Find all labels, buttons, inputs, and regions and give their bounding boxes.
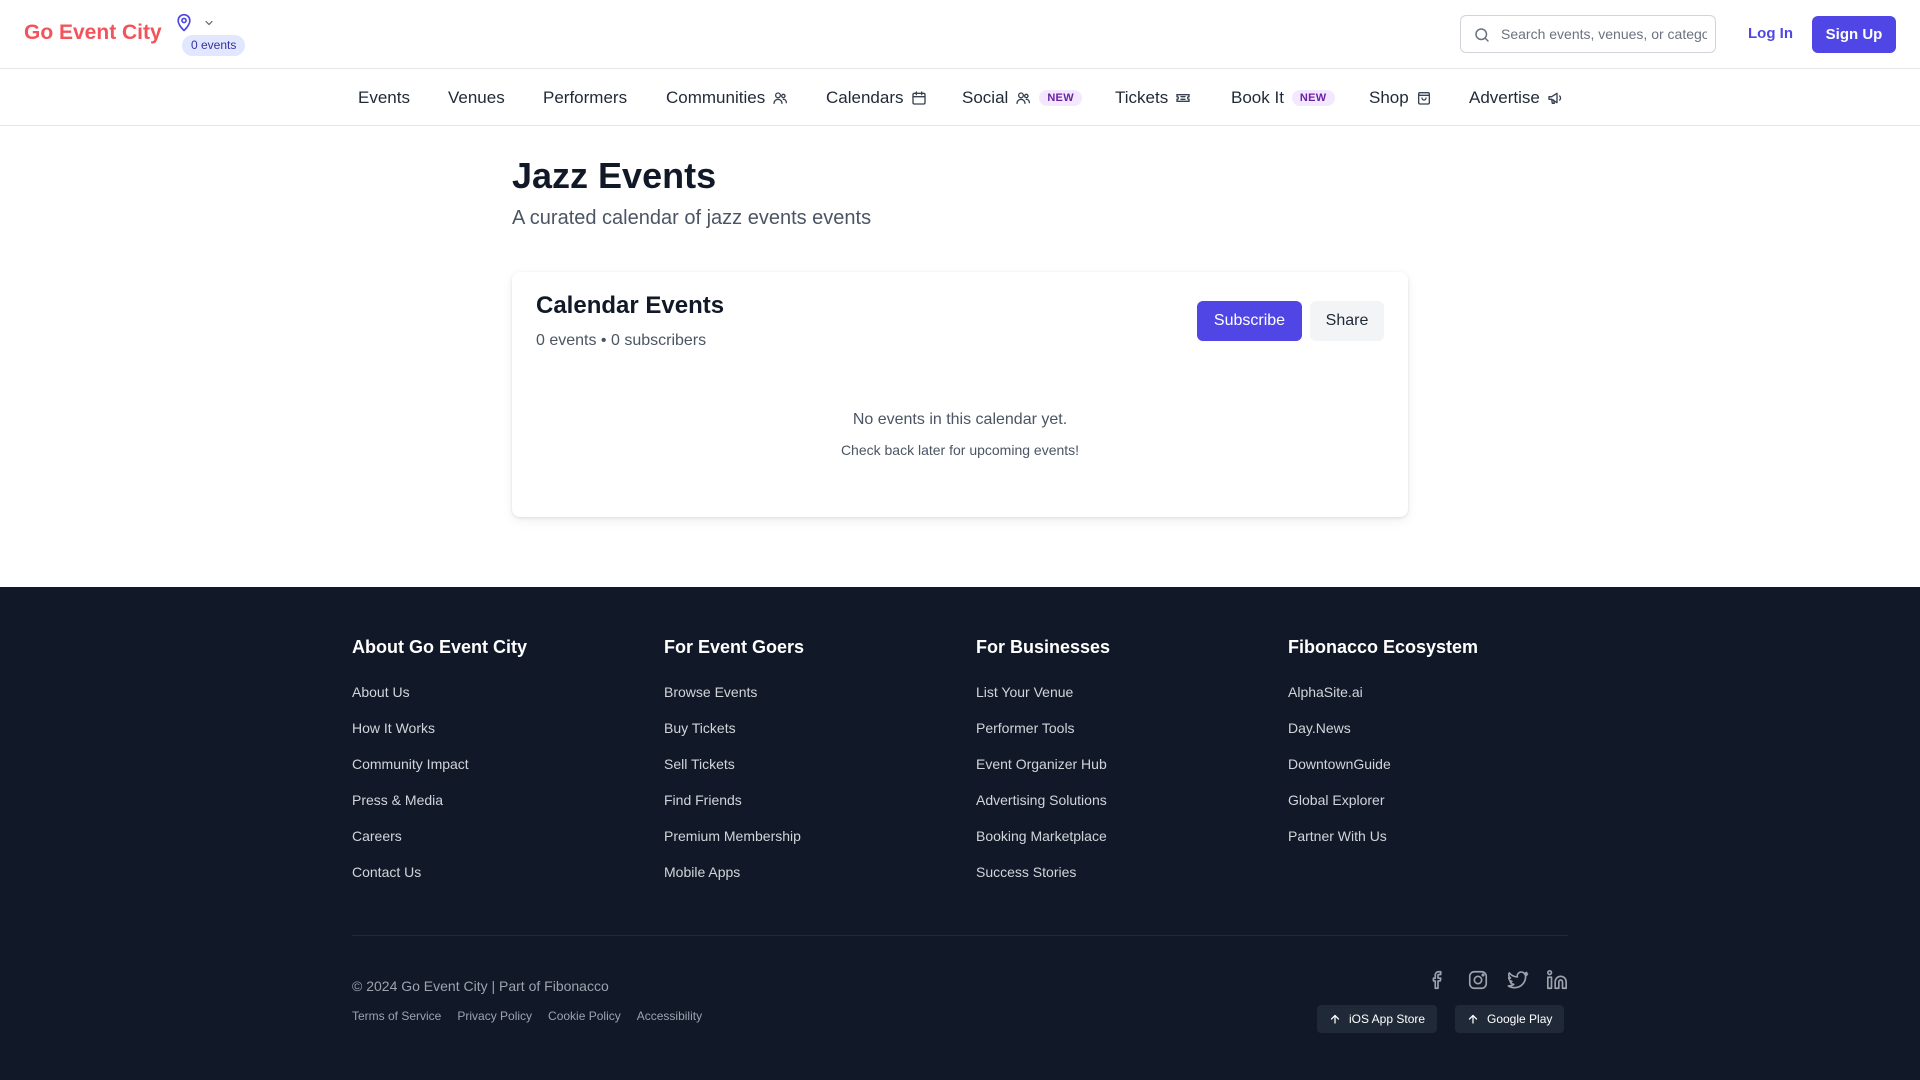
footer-link[interactable]: List Your Venue (976, 683, 1110, 719)
linkedin-icon[interactable] (1546, 969, 1568, 991)
instagram-icon[interactable] (1467, 969, 1489, 991)
signup-button[interactable]: Sign Up (1812, 16, 1896, 53)
new-badge: NEW (1039, 90, 1082, 106)
footer-link[interactable]: About Us (352, 683, 527, 719)
footer-link[interactable]: DowntownGuide (1288, 755, 1478, 791)
footer-link[interactable]: Booking Marketplace (976, 827, 1110, 863)
arrow-up-icon (1330, 1014, 1340, 1024)
footer-column-title: About Go Event City (352, 637, 527, 657)
footer-column-businesses: For Businesses List Your Venue Performer… (976, 637, 1110, 899)
footer-link[interactable]: Sell Tickets (664, 755, 804, 791)
login-link[interactable]: Log In (1748, 25, 1793, 42)
location-selector[interactable]: 0 events (174, 10, 254, 58)
nav-item-social[interactable]: Social NEW (962, 87, 1082, 109)
footer-link[interactable]: Premium Membership (664, 827, 804, 863)
nav-item-events[interactable]: Events (358, 87, 410, 109)
footer-link[interactable]: Partner With Us (1288, 827, 1478, 863)
cookie-link[interactable]: Cookie Policy (548, 1009, 621, 1023)
footer-link[interactable]: Advertising Solutions (976, 791, 1110, 827)
ios-app-store-button[interactable]: iOS App Store (1317, 1005, 1438, 1033)
shopping-bag-icon (1417, 92, 1430, 105)
main-navigation: Events Venues Performers Communities Cal… (0, 69, 1920, 126)
nav-item-tickets[interactable]: Tickets (1115, 87, 1191, 109)
privacy-link[interactable]: Privacy Policy (457, 1009, 532, 1023)
empty-state-title: No events in this calendar yet. (852, 411, 1068, 428)
app-button-label: Google Play (1487, 1012, 1553, 1026)
nav-item-label: Tickets (1115, 88, 1169, 107)
nav-item-venues[interactable]: Venues (448, 87, 505, 109)
footer-link[interactable]: Careers (352, 827, 527, 863)
footer-link[interactable]: AlphaSite.ai (1288, 683, 1478, 719)
map-pin-icon (177, 13, 191, 32)
share-button[interactable]: Share (1310, 301, 1384, 341)
nav-item-label: Communities (666, 88, 766, 107)
nav-item-label: Shop (1369, 88, 1409, 107)
google-play-button[interactable]: Google Play (1455, 1005, 1565, 1033)
footer-link[interactable]: Contact Us (352, 863, 527, 899)
brand-logo[interactable]: Go Event City (24, 21, 162, 45)
nav-item-advertise[interactable]: Advertise (1469, 87, 1563, 109)
nav-item-label: Events (358, 88, 410, 107)
footer-column-title: For Businesses (976, 637, 1111, 657)
site-header: Go Event City 0 events Log In Sign Up (0, 0, 1920, 69)
footer-link[interactable]: Event Organizer Hub (976, 755, 1110, 791)
arrow-up-icon (1468, 1014, 1478, 1024)
footer-link[interactable]: Community Impact (352, 755, 527, 791)
chevron-down-icon (205, 20, 213, 26)
users-icon (773, 92, 788, 104)
footer-link[interactable]: Global Explorer (1288, 791, 1478, 827)
terms-link[interactable]: Terms of Service (352, 1009, 441, 1023)
nav-item-book-it[interactable]: Book It NEW (1231, 87, 1335, 109)
footer-link[interactable]: Performer Tools (976, 719, 1110, 755)
new-badge: NEW (1291, 90, 1335, 106)
accessibility-link[interactable]: Accessibility (637, 1009, 702, 1023)
footer-link[interactable]: Find Friends (664, 791, 804, 827)
calendar-stats: 0 events • 0 subscribers (536, 332, 707, 349)
legal-links: Terms of Service Privacy Policy Cookie P… (352, 1009, 718, 1023)
footer-column-title: For Event Goers (664, 637, 805, 657)
calendar-icon (911, 91, 926, 105)
footer-column-event-goers: For Event Goers Browse Events Buy Ticket… (664, 637, 804, 899)
footer-divider (352, 935, 1568, 936)
footer-column-ecosystem: Fibonacco Ecosystem AlphaSite.ai Day.New… (1288, 637, 1478, 863)
nav-item-label: Book It (1231, 88, 1284, 107)
footer-column-title: Fibonacco Ecosystem (1288, 637, 1479, 657)
footer-link[interactable]: Browse Events (664, 683, 804, 719)
app-button-label: iOS App Store (1349, 1012, 1426, 1026)
ticket-icon (1176, 94, 1190, 102)
nav-item-shop[interactable]: Shop (1369, 87, 1432, 109)
megaphone-icon (1548, 92, 1562, 104)
search-input[interactable] (1501, 24, 1707, 44)
page-subtitle: A curated calendar of jazz events events (512, 207, 872, 229)
copyright-text: © 2024 Go Event City | Part of Fibonacco (352, 978, 609, 994)
nav-item-performers[interactable]: Performers (543, 87, 627, 109)
nav-item-label: Social (962, 88, 1009, 107)
footer-column-about: About Go Event City About Us How It Work… (352, 637, 527, 899)
nav-item-label: Performers (543, 88, 628, 107)
nav-item-label: Venues (448, 88, 505, 107)
nav-item-calendars[interactable]: Calendars (826, 87, 927, 109)
event-count-badge: 0 events (182, 35, 246, 56)
facebook-icon[interactable] (1427, 969, 1449, 991)
footer-link[interactable]: Buy Tickets (664, 719, 804, 755)
page-title: Jazz Events (512, 155, 717, 196)
card-title: Calendar Events (536, 292, 725, 319)
footer-link[interactable]: Press & Media (352, 791, 527, 827)
footer-link[interactable]: Success Stories (976, 863, 1110, 899)
calendar-events-card: Calendar Events 0 events • 0 subscribers… (512, 272, 1408, 517)
nav-item-label: Advertise (1469, 88, 1540, 107)
footer-link[interactable]: How It Works (352, 719, 527, 755)
site-footer: About Go Event City About Us How It Work… (0, 587, 1920, 1080)
search-icon (1475, 28, 1489, 42)
twitter-icon[interactable] (1507, 969, 1529, 991)
nav-item-label: Calendars (826, 88, 904, 107)
footer-link[interactable]: Mobile Apps (664, 863, 804, 899)
search-box[interactable] (1460, 15, 1716, 53)
nav-item-communities[interactable]: Communities (666, 87, 788, 109)
users-icon (1016, 92, 1031, 104)
footer-link[interactable]: Day.News (1288, 719, 1478, 755)
subscribe-button[interactable]: Subscribe (1197, 301, 1302, 341)
empty-state-subtitle: Check back later for upcoming events! (840, 442, 1080, 458)
